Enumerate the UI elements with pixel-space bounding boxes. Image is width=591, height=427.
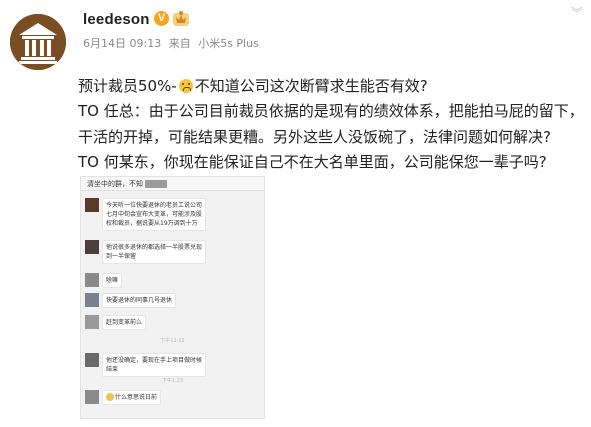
- chat-screenshot-image[interactable]: 清坐中的群，不知 今天听一位快要退休的老员工说公司 七月中旬会宣布大变革，可能涉…: [80, 176, 265, 419]
- message-bubble: 赶到变革前么: [102, 315, 147, 330]
- post-line-1-after: 不知道公司这次断臂求生能否有效?: [194, 77, 428, 95]
- chat-header: 清坐中的群，不知: [81, 177, 264, 191]
- message-text: 他还没确定，要现在手上项目做时候: [106, 357, 203, 364]
- post-source-prefix: 来自: [168, 37, 191, 50]
- post-line-4: TO 何某东，你现在能保证自己不在大名单里面，公司能保您一辈子吗?: [78, 153, 547, 171]
- message-bubble: 他还没确定，要现在手上项目做时候 结束: [102, 353, 207, 377]
- message-text: 快要退休的同事几号退休: [106, 297, 173, 304]
- chevron-down-icon[interactable]: ︾: [571, 4, 583, 21]
- post-line-1-before: 预计裁员50%-: [78, 77, 177, 95]
- mini-avatar: [85, 198, 99, 212]
- post-line-3: 干活的开掉，可能结果更糟。另外这些人没饭碗了，法律问题如何解决?: [78, 128, 551, 146]
- mini-avatar: [85, 390, 99, 404]
- mini-avatar: [85, 273, 99, 287]
- message-text: 到一半保留: [106, 253, 137, 260]
- message-text: 他说很多退休的都选择一半股票兑现: [106, 244, 203, 251]
- post-line-1: 预计裁员50%- 不知道公司这次断臂求生能否有效?: [78, 75, 428, 96]
- chat-header-title: 清坐中的群，不知: [87, 180, 143, 188]
- mini-avatar: [85, 315, 99, 329]
- timestamp: 下午11:11: [160, 338, 185, 344]
- message-bubble: 什么意思说日前: [102, 390, 162, 405]
- message-bubble: 啥嘛: [102, 273, 123, 288]
- redacted-block: [145, 180, 167, 188]
- courthouse-logo: [10, 14, 66, 70]
- mini-avatar: [85, 240, 99, 254]
- message-text: 什么意思说日前: [115, 394, 158, 401]
- timestamp: 下午1:23: [161, 378, 184, 384]
- message-text: 权和裁员，据说要从19万调到十万: [106, 220, 198, 227]
- smile-emoji-icon: [106, 393, 114, 401]
- username[interactable]: leedeson: [83, 11, 150, 28]
- post-line-2: TO 任总：由于公司目前裁员依据的是现有的绩效体系，把能拍马屁的留下，: [78, 102, 584, 120]
- message-text: 啥嘛: [106, 277, 119, 284]
- message-bubble: 他说很多退休的都选择一半股票兑现 到一半保留: [102, 240, 207, 264]
- post-meta: 6月14日 09:13 来自 小米5s Plus: [83, 35, 263, 51]
- mini-avatar: [85, 293, 99, 307]
- message-text: 赶到变革前么: [106, 319, 143, 326]
- post-source[interactable]: 小米5s Plus: [198, 37, 259, 50]
- post-date: 6月14日 09:13: [83, 37, 162, 50]
- message-text: 七月中旬会宣布大变革，可能涉及股: [106, 211, 203, 218]
- worried-face-icon: [178, 79, 193, 93]
- avatar[interactable]: [10, 14, 66, 70]
- crown-badge-icon: [173, 11, 189, 26]
- message-text: 今天听一位快要退休的老员工说公司: [106, 202, 203, 209]
- verified-badge-icon: V: [154, 11, 169, 26]
- message-text: 结束: [106, 366, 119, 373]
- message-bubble: 快要退休的同事几号退休: [102, 293, 177, 308]
- message-bubble: 今天听一位快要退休的老员工说公司 七月中旬会宣布大变革，可能涉及股 权和裁员，据…: [102, 198, 207, 231]
- mini-avatar: [85, 353, 99, 367]
